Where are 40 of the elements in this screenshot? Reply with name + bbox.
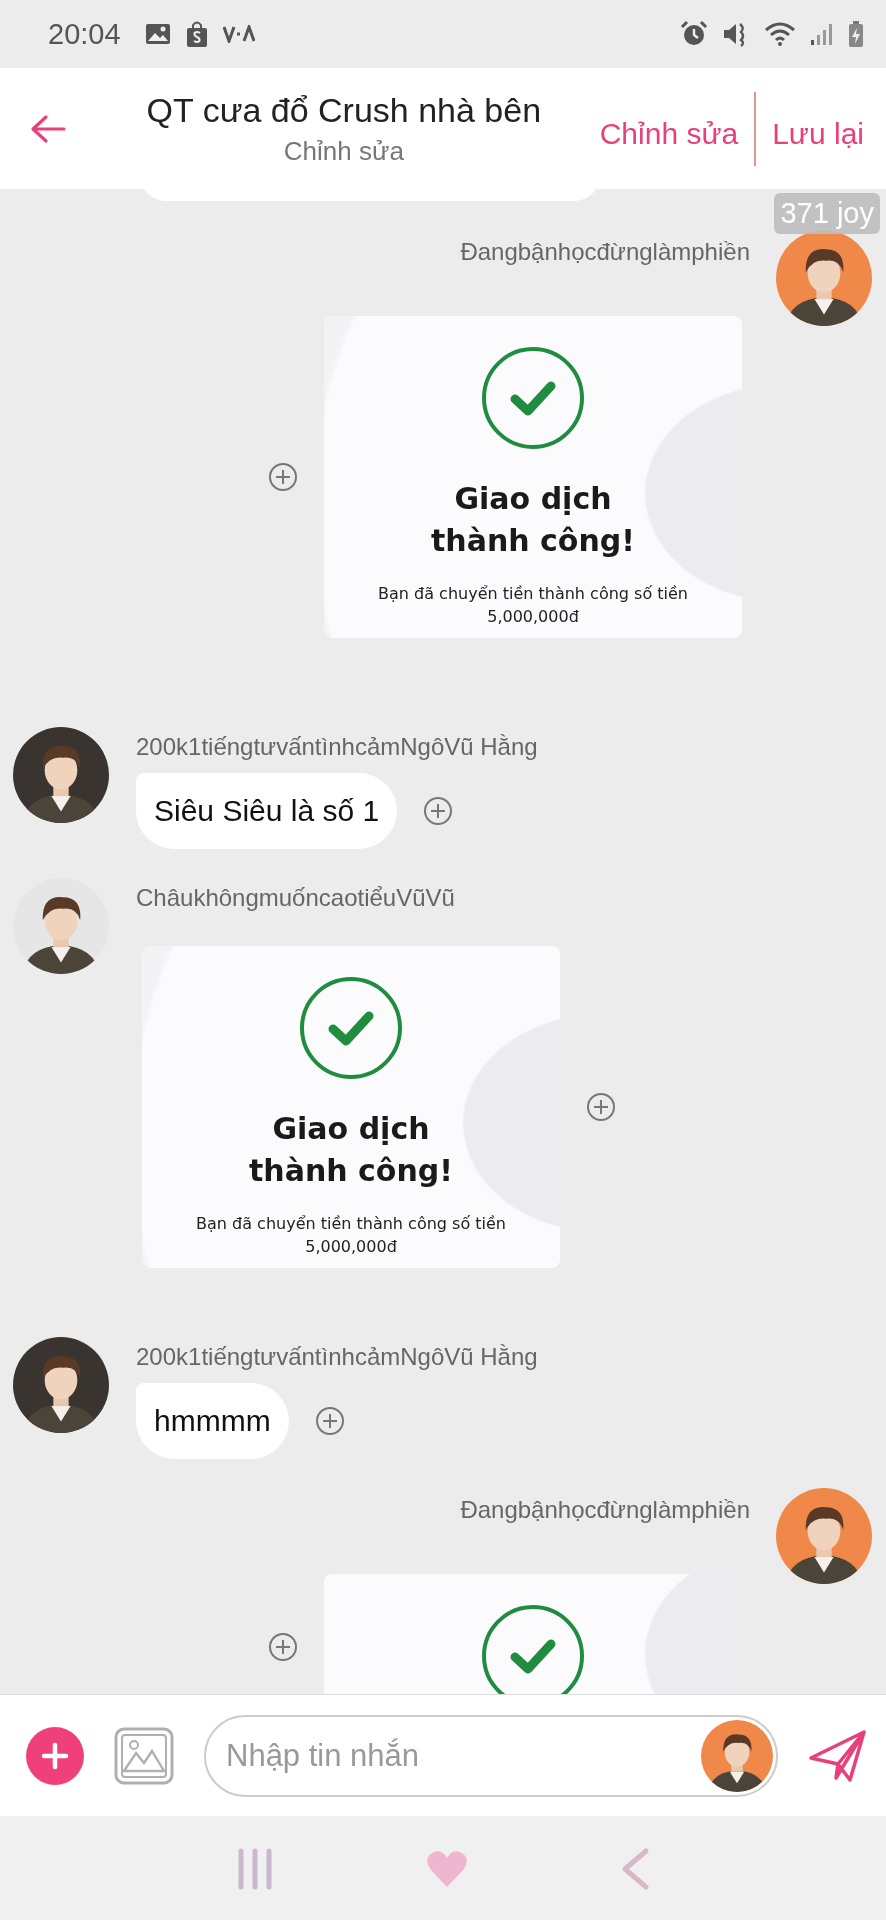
signal-icon	[810, 22, 834, 46]
sender-name: 200k1tiếngtưvấntìnhcảmNgôVũ Hằng	[136, 733, 538, 761]
add-button[interactable]	[26, 1726, 84, 1785]
success-check-icon	[481, 346, 585, 450]
transfer-title: Giao dịch thành công!	[249, 1110, 453, 1190]
transfer-title: Giao dịch thành công!	[431, 480, 635, 560]
add-reaction-icon[interactable]	[314, 1406, 345, 1436]
chat-title: QT cưa đổ Crush nhà bên	[146, 90, 542, 130]
back-arrow-icon[interactable]	[30, 113, 66, 144]
image-icon[interactable]	[114, 1726, 174, 1785]
sender-name: Đangbậnhọcđừnglàmphiền	[460, 238, 750, 266]
header-action-button[interactable]: Chỉnh sửa	[591, 116, 747, 151]
shopping-bag-icon	[184, 20, 209, 48]
battery-icon	[848, 20, 864, 48]
success-check-icon	[299, 976, 403, 1080]
sender-name: 200k1tiếngtưvấntìnhcảmNgôVũ Hằng	[136, 1343, 538, 1371]
message-input[interactable]: Nhập tin nhắn	[204, 1714, 778, 1797]
transfer-amount: 5,000,000đ	[305, 1237, 397, 1256]
sender-name: Đangbậnhọcđừnglàmphiền	[460, 1496, 750, 1524]
header-action-button[interactable]: Lưu lại	[764, 116, 872, 151]
add-reaction-icon[interactable]	[586, 1092, 616, 1122]
app-notification-icon	[222, 25, 255, 43]
send-icon[interactable]	[808, 1727, 868, 1784]
alarm-icon	[680, 20, 708, 48]
message-bubble: hmmmm	[136, 1383, 289, 1459]
message-bubble: Siêu Siêu là số 1	[136, 773, 398, 849]
add-reaction-icon[interactable]	[423, 796, 454, 826]
transfer-amount: 5,000,000đ	[487, 607, 579, 626]
add-reaction-icon[interactable]	[268, 1632, 298, 1662]
add-reaction-icon[interactable]	[268, 462, 298, 492]
sender-name: ChâukhôngmuốncaotiểuVũVũ	[136, 884, 455, 912]
plus-icon	[40, 1740, 70, 1771]
chat-subtitle: Chỉnh sửa	[283, 135, 404, 167]
clock: 20:04	[48, 17, 121, 51]
transfer-message: Bạn đã chuyển tiền thành công số tiền	[196, 1214, 506, 1233]
transfer-message: Bạn đã chuyển tiền thành công số tiền	[378, 584, 688, 603]
gallery-icon	[144, 22, 171, 46]
success-check-icon	[481, 1604, 585, 1694]
wifi-icon	[764, 21, 796, 47]
joy-count-badge: 371 joy	[774, 193, 880, 234]
